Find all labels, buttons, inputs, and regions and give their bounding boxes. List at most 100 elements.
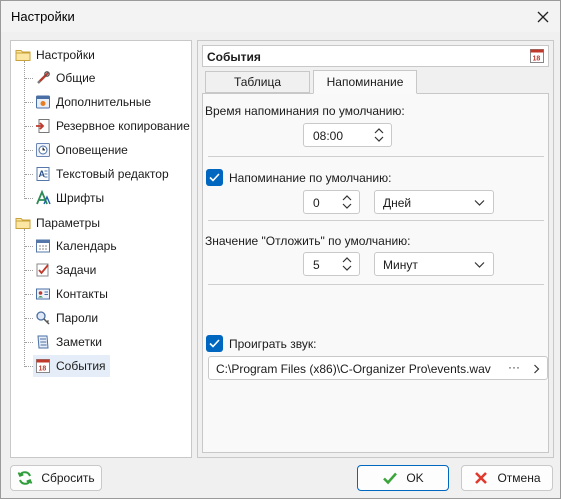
- title-bar: Настройки: [1, 1, 560, 32]
- tree-item-general[interactable]: Общие: [35, 67, 95, 89]
- snooze-unit-value: Минут: [383, 258, 418, 272]
- tree-connector: [25, 198, 33, 199]
- spinner-arrows-icon[interactable]: [372, 125, 386, 145]
- default-reminder-spinner[interactable]: 0: [303, 190, 360, 214]
- tree-node-label: Параметры: [36, 216, 100, 230]
- cancel-x-icon: [475, 472, 488, 484]
- tree-item-events[interactable]: 18 События: [33, 355, 110, 377]
- spinner-arrows-icon[interactable]: [340, 254, 354, 274]
- tab-label: Таблица: [233, 75, 282, 89]
- tree-item-label: События: [56, 359, 106, 373]
- tree-item-advanced[interactable]: Дополнительные: [35, 91, 151, 113]
- tree-connector: [25, 366, 33, 367]
- tab-label: Напоминание: [326, 75, 404, 89]
- sound-path-value: C:\Program Files (x86)\C-Organizer Pro\e…: [216, 362, 491, 376]
- snooze-unit-select[interactable]: Минут: [374, 252, 494, 276]
- tree-connector: [25, 102, 33, 103]
- tree-connector: [25, 342, 33, 343]
- events-icon: 18: [530, 49, 544, 63]
- close-icon: [537, 11, 549, 22]
- tree-node-label: Настройки: [36, 48, 95, 62]
- tree-item-notification[interactable]: Оповещение: [35, 139, 128, 161]
- tree-item-label: Календарь: [56, 239, 117, 253]
- svg-text:18: 18: [533, 56, 541, 63]
- chevron-right-icon[interactable]: [533, 364, 540, 374]
- default-time-spinner[interactable]: 08:00: [303, 123, 392, 147]
- svg-text:18: 18: [39, 366, 47, 373]
- settings-tree: Настройки Общие Дополнительные Резервное…: [10, 40, 192, 458]
- default-reminder-checkbox[interactable]: [206, 169, 223, 186]
- browse-button[interactable]: ···: [508, 360, 520, 374]
- chevron-down-icon: [474, 200, 485, 206]
- tree-connector: [25, 318, 33, 319]
- contacts-icon: [36, 288, 50, 300]
- tree-node-settings[interactable]: Настройки: [15, 44, 95, 66]
- events-icon: 18: [36, 359, 50, 373]
- reminder-tab-content: Время напоминания по умолчанию: 08:00 На…: [202, 93, 549, 453]
- tree-item-contacts[interactable]: Контакты: [35, 283, 108, 305]
- tree-item-label: Пароли: [56, 311, 99, 325]
- tasks-icon: [36, 263, 49, 277]
- play-sound-checkbox[interactable]: [206, 335, 223, 352]
- refresh-icon: [18, 471, 33, 485]
- passwords-icon: [36, 311, 50, 325]
- tree-connector: [25, 270, 33, 271]
- checkmark-icon: [383, 472, 398, 485]
- tree-item-text-editor[interactable]: A Текстовый редактор: [35, 163, 169, 185]
- tree-item-backup[interactable]: Резервное копирование: [35, 115, 190, 137]
- folder-icon: [15, 218, 31, 229]
- folder-icon: [15, 50, 31, 61]
- notification-icon: [36, 143, 50, 157]
- tree-connector: [25, 78, 33, 79]
- snooze-label: Значение "Отложить" по умолчанию:: [205, 234, 411, 248]
- tools-icon: [37, 71, 50, 84]
- text-editor-icon: A: [36, 167, 50, 181]
- tree-item-label: Контакты: [56, 287, 108, 301]
- tree-item-label: Текстовый редактор: [56, 167, 169, 181]
- tab-table[interactable]: Таблица: [205, 71, 310, 93]
- ok-button[interactable]: OK: [357, 465, 449, 491]
- snooze-value: 5: [313, 258, 320, 272]
- tree-item-label: Шрифты: [56, 191, 105, 205]
- tree-item-calendar[interactable]: Календарь: [35, 235, 117, 257]
- fonts-icon: [36, 190, 51, 205]
- spinner-arrows-icon[interactable]: [340, 192, 354, 212]
- close-button[interactable]: [526, 1, 560, 32]
- ok-button-label: OK: [406, 471, 424, 485]
- cancel-button-label: Отмена: [497, 471, 541, 485]
- snooze-spinner[interactable]: 5: [303, 252, 360, 276]
- panel-header: События 18: [202, 45, 549, 67]
- checkmark-icon: [209, 173, 220, 182]
- default-time-label: Время напоминания по умолчанию:: [205, 104, 405, 118]
- tree-item-passwords[interactable]: Пароли: [35, 307, 98, 329]
- sound-path-field[interactable]: C:\Program Files (x86)\C-Organizer Pro\e…: [208, 356, 548, 380]
- checkmark-icon: [209, 339, 220, 348]
- tab-reminder[interactable]: Напоминание: [313, 70, 417, 94]
- tree-item-label: Оповещение: [56, 143, 128, 157]
- cancel-button[interactable]: Отмена: [461, 465, 553, 491]
- chevron-down-icon: [474, 262, 485, 268]
- tree-item-label: Общие: [56, 71, 96, 85]
- tree-item-label: Резервное копирование: [56, 119, 190, 133]
- settings-panel: События 18 Таблица Напоминание Время нап…: [197, 40, 554, 458]
- default-time-value: 08:00: [313, 129, 344, 143]
- advanced-icon: [36, 95, 50, 109]
- calendar-icon: [36, 239, 50, 253]
- backup-icon: [36, 119, 50, 133]
- separator: [208, 156, 544, 157]
- svg-text:A: A: [39, 169, 46, 179]
- tree-node-parameters[interactable]: Параметры: [15, 212, 100, 234]
- notes-icon: [37, 335, 49, 349]
- tree-item-label: Дополнительные: [56, 95, 151, 109]
- reset-button[interactable]: Сбросить: [10, 465, 102, 491]
- settings-window: Настройки Настройки Общие Дополнительные…: [0, 0, 561, 499]
- tree-item-tasks[interactable]: Задачи: [35, 259, 96, 281]
- tree-connector: [24, 61, 25, 199]
- tree-connector: [24, 229, 25, 367]
- tree-item-fonts[interactable]: Шрифты: [35, 187, 104, 209]
- default-reminder-unit-select[interactable]: Дней: [374, 190, 494, 214]
- tree-item-notes[interactable]: Заметки: [35, 331, 102, 353]
- window-title: Настройки: [11, 9, 75, 24]
- tree-connector: [25, 174, 33, 175]
- default-reminder-value: 0: [313, 196, 320, 210]
